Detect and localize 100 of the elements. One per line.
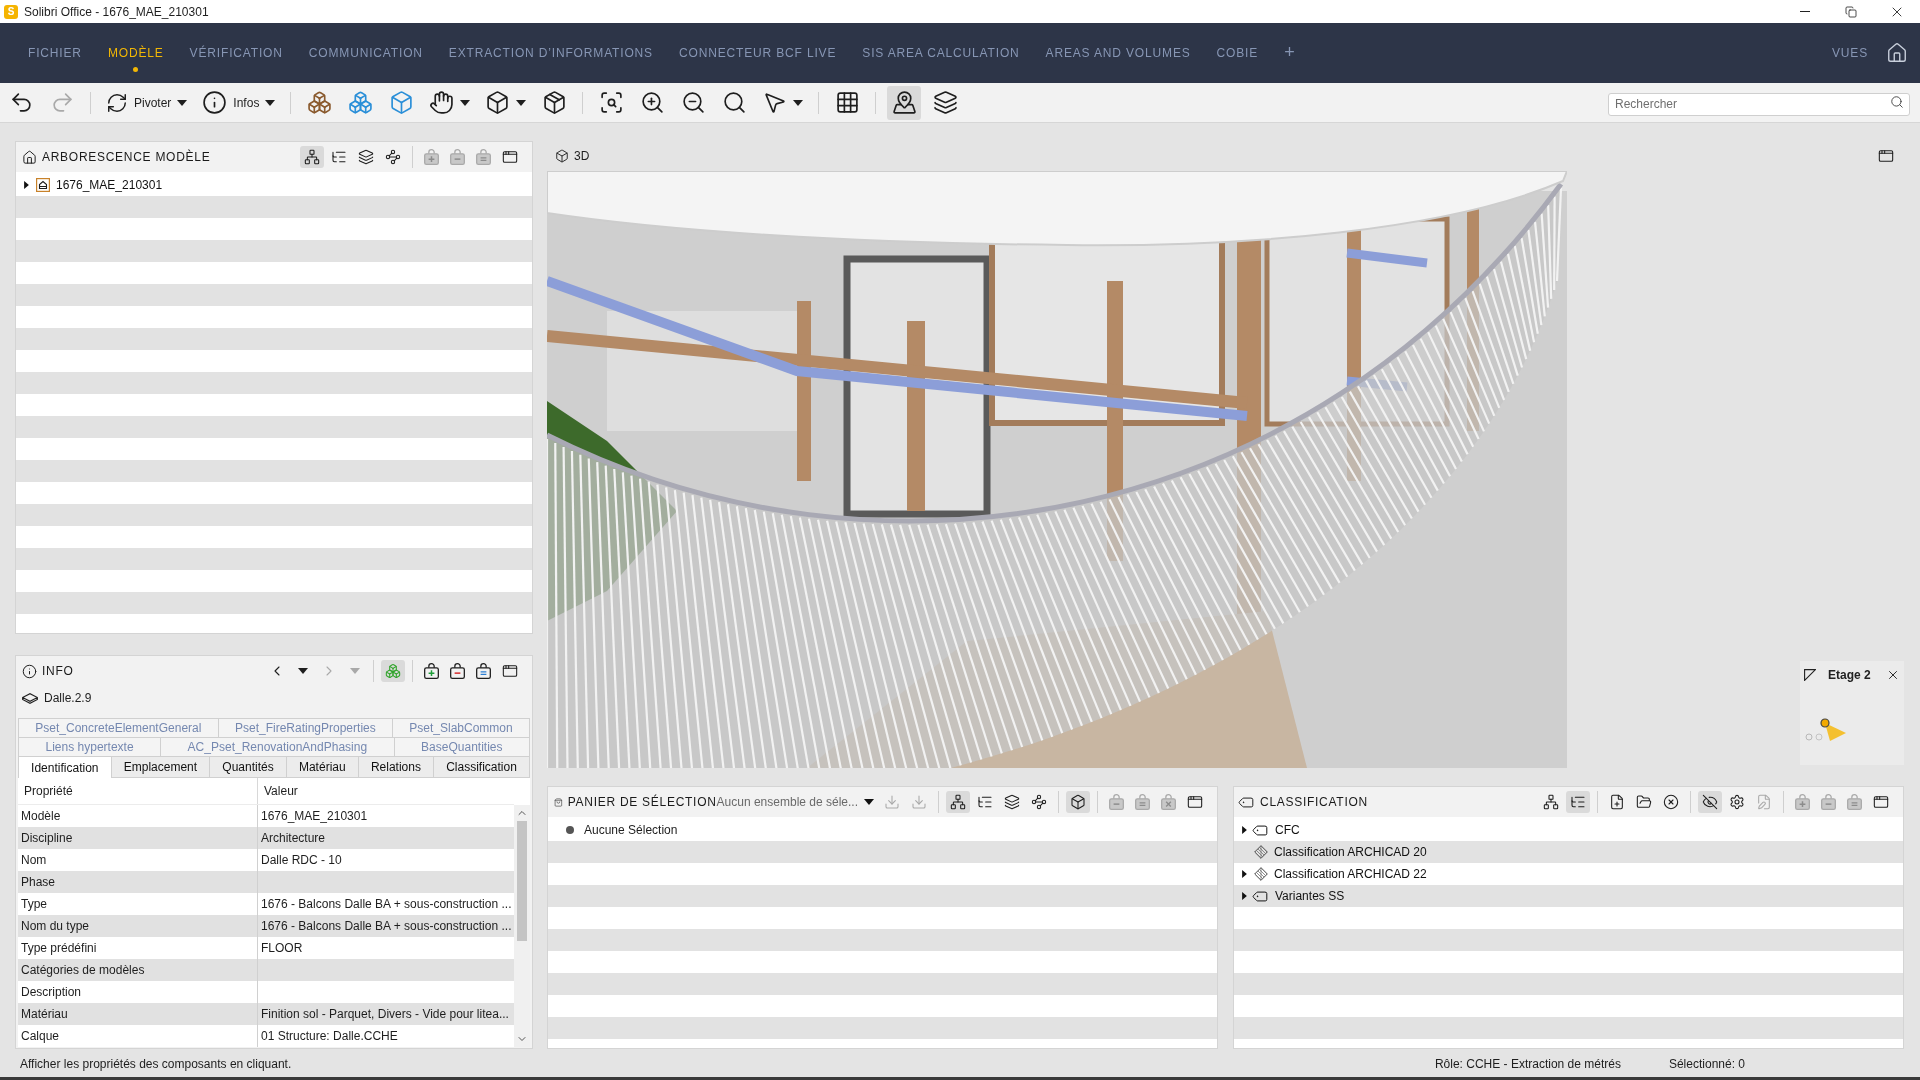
bag-minus-icon xyxy=(450,149,465,165)
tab[interactable]: Emplacement xyxy=(111,756,211,778)
list-tree-icon xyxy=(1570,794,1586,810)
list-tree-icon xyxy=(331,149,347,165)
table-cell-text: FLOOR xyxy=(260,940,304,957)
menu-tab[interactable]: COBIE xyxy=(1216,34,1259,72)
tab[interactable]: Quantités xyxy=(210,756,287,778)
tab[interactable]: Identification xyxy=(18,756,112,778)
caret-icon xyxy=(864,799,874,805)
tool-button[interactable] xyxy=(1566,791,1590,813)
bag-equal-icon xyxy=(476,149,491,165)
panel-title: 3D xyxy=(574,148,590,165)
corner-triangle-icon[interactable] xyxy=(1804,669,1816,681)
tab[interactable]: BaseQuantities xyxy=(394,737,530,756)
scrollbar-thumb[interactable] xyxy=(517,821,527,941)
tool-button[interactable] xyxy=(300,146,324,168)
bag-plus-icon xyxy=(424,149,439,165)
house-icon[interactable] xyxy=(1886,42,1908,64)
panel-title: INFO xyxy=(42,663,74,680)
download-icon xyxy=(911,794,927,810)
tab[interactable]: Relations xyxy=(358,756,435,778)
tab[interactable]: Pset_SlabCommon xyxy=(393,718,530,737)
panel-title: PANIER DE SÉLECTION xyxy=(567,793,717,811)
menu-tab[interactable]: EXTRACTION D’INFORMATIONS xyxy=(448,34,653,72)
house-icon xyxy=(22,149,37,165)
caret-icon xyxy=(516,99,527,106)
restore-icon xyxy=(1845,5,1857,18)
expand-arrow-icon xyxy=(1241,870,1247,878)
column-header: Valeur xyxy=(263,783,299,800)
menu-tab[interactable]: VÉRIFICATION xyxy=(189,34,283,72)
caret-icon xyxy=(298,668,308,674)
tree-item[interactable]: Classification ARCHICAD 22 xyxy=(1234,863,1903,885)
bag-minus-icon xyxy=(450,663,465,679)
tree-item[interactable]: 1676_MAE_210301 xyxy=(16,174,532,196)
search-icon xyxy=(1890,95,1904,109)
tab[interactable]: Pset_ConcreteElementGeneral xyxy=(18,718,219,737)
app-logo: S xyxy=(4,4,18,19)
tab[interactable]: Pset_FireRatingProperties xyxy=(218,718,393,737)
expand-arrow-icon xyxy=(23,181,29,189)
minimize-icon xyxy=(1800,11,1810,12)
menu-tab[interactable]: CONNECTEUR BCF LIVE xyxy=(678,34,837,72)
cube-icon xyxy=(485,90,511,115)
tree-item[interactable]: Classification ARCHICAD 20 xyxy=(1234,841,1903,863)
expand-arrow-icon xyxy=(1241,826,1247,834)
hatched-diamond-icon xyxy=(1254,845,1268,859)
cube-icon xyxy=(388,90,414,115)
info-icon xyxy=(202,90,228,115)
search-field[interactable]: Rechercher xyxy=(1608,92,1910,116)
menu-tab[interactable]: FICHIER xyxy=(28,34,82,72)
tab[interactable]: AC_Pset_RenovationAndPhasing xyxy=(161,737,395,756)
close-button[interactable] xyxy=(1886,668,1900,682)
tool-button[interactable] xyxy=(887,85,922,120)
tool-button[interactable] xyxy=(946,791,970,813)
bag-plus-icon xyxy=(1795,794,1810,810)
table-cell-text: 1676 - Balcons Dalle BA + sous-construction ... xyxy=(260,918,513,935)
menu-tab[interactable]: AREAS AND VOLUMES xyxy=(1045,34,1191,72)
table-cell-text: Finition sol - Parquet, Divers - Vide pour litea... xyxy=(260,1006,510,1023)
expand-arrow-icon xyxy=(1241,892,1247,900)
map-pin-icon xyxy=(891,90,917,115)
list-item[interactable]: Aucune Sélection xyxy=(548,819,1217,841)
tool-button[interactable] xyxy=(1698,791,1722,813)
scrollbar[interactable] xyxy=(514,805,530,1047)
floor-name: Etage 2 xyxy=(1828,667,1871,684)
tab[interactable]: Matériau xyxy=(286,756,359,778)
selection-set-dropdown[interactable]: Aucun ensemble de séle... xyxy=(716,793,874,811)
nodes-icon xyxy=(1031,794,1047,810)
tab[interactable]: Classification xyxy=(434,756,530,778)
window-icon xyxy=(502,149,518,165)
element-name: Dalle.2.9 xyxy=(44,690,92,707)
tool-button[interactable] xyxy=(1066,791,1090,813)
scan-search-icon xyxy=(598,90,624,115)
grid-icon xyxy=(834,90,860,115)
table-cell-text: 1676_MAE_210301 xyxy=(260,808,369,825)
caret-icon xyxy=(793,99,804,106)
column-header: Propriété xyxy=(18,778,258,804)
add-tab-button[interactable]: + xyxy=(1284,43,1295,63)
table-cell: Calque xyxy=(18,1025,258,1047)
layers-icon xyxy=(358,149,374,165)
menu-tab[interactable]: SIS AREA CALCULATION xyxy=(862,34,1020,72)
selection-count: Sélectionné: 0 xyxy=(1668,1055,1745,1073)
close-icon xyxy=(1886,668,1900,682)
bag-x-icon xyxy=(1161,794,1176,810)
tree-item[interactable]: Variantes SS xyxy=(1234,885,1903,907)
file-plus-icon xyxy=(1609,794,1625,810)
tree-item[interactable]: CFC xyxy=(1234,819,1903,841)
table-cell-text: Architecture xyxy=(260,830,327,847)
menu-tab[interactable]: MODÈLE xyxy=(107,34,164,72)
window-icon[interactable] xyxy=(1878,148,1894,164)
zoom-in-icon xyxy=(639,90,665,115)
tool-button[interactable]: Infos xyxy=(198,85,280,120)
tab[interactable]: Liens hypertexte xyxy=(18,737,162,756)
hierarchy-icon xyxy=(1543,794,1559,810)
boxes-icon xyxy=(385,663,401,679)
slab-icon xyxy=(22,692,38,704)
views-button[interactable]: VUES xyxy=(1831,44,1868,62)
tool-button[interactable]: Pivoter xyxy=(102,85,192,120)
hand-icon xyxy=(429,90,455,115)
boxes-icon xyxy=(306,90,332,115)
menu-tab[interactable]: COMMUNICATION xyxy=(308,34,423,72)
file-pen-icon xyxy=(1756,794,1772,810)
